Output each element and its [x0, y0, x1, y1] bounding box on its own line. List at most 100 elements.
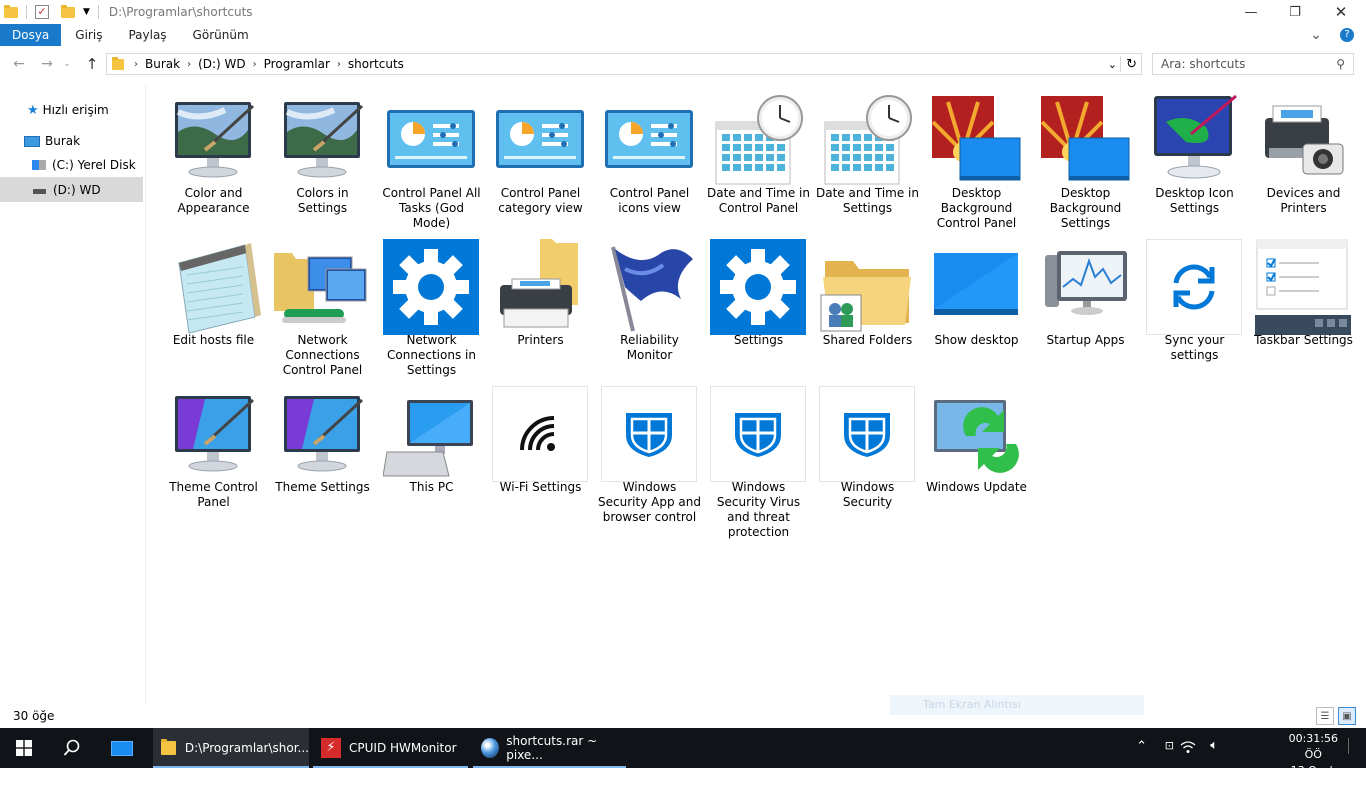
nav-drive-c[interactable]: (C:) Yerel Disk	[0, 153, 143, 177]
shield-icon	[819, 386, 915, 482]
file-item-label: Show desktop	[934, 333, 1019, 347]
file-item[interactable]: Startup Apps	[1031, 235, 1140, 382]
file-item[interactable]: Windows Update	[922, 382, 1031, 529]
volume-icon[interactable]: 🔈︎	[1210, 738, 1218, 753]
back-button[interactable]: ←	[9, 54, 29, 74]
chevron-right-icon[interactable]: ›	[337, 59, 341, 70]
file-item[interactable]: Date and Time in Settings	[813, 88, 922, 235]
large-icons-view-icon: ▣	[1342, 710, 1352, 722]
nav-user[interactable]: Burak	[0, 129, 143, 153]
file-item-label: Wi-Fi Settings	[499, 480, 582, 494]
nav-quick-access[interactable]: ★ Hızlı erişim	[0, 98, 143, 122]
file-item[interactable]: Desktop Background Control Panel	[922, 88, 1031, 235]
file-item[interactable]: Colors in Settings	[268, 88, 377, 235]
details-view-button[interactable]: ☰	[1316, 707, 1334, 725]
tab-share[interactable]: Paylaş	[115, 24, 179, 46]
file-item[interactable]: Edit hosts file	[159, 235, 268, 382]
forward-button[interactable]: →	[37, 54, 57, 74]
file-item[interactable]: Windows Security	[813, 382, 922, 529]
windows-logo-icon	[16, 740, 32, 756]
file-item-label: Theme Control Panel	[169, 480, 258, 509]
address-dropdown-chevron-icon[interactable]: ⌄	[1108, 58, 1117, 71]
file-item-label: Theme Settings	[275, 480, 370, 494]
taskbar-app-explorer[interactable]: D:\Programlar\shor...	[153, 728, 309, 768]
breadcrumb-shortcuts[interactable]: shortcuts	[348, 57, 404, 71]
file-item[interactable]: Control Panel All Tasks (God Mode)	[377, 88, 486, 235]
file-item-label: Network Connections Control Panel	[282, 333, 363, 377]
file-item[interactable]: Network Connections in Settings	[377, 235, 486, 382]
file-item[interactable]: Reliability Monitor	[595, 235, 704, 382]
recent-locations-button[interactable]: ⌄	[61, 54, 73, 74]
printer-folder-icon	[492, 239, 588, 335]
file-item[interactable]: Sync your settings	[1140, 235, 1249, 382]
file-item[interactable]: Windows Security Virus and threat protec…	[704, 382, 813, 539]
performance-monitor-icon	[1037, 239, 1133, 335]
file-item[interactable]: Theme Control Panel	[159, 382, 268, 529]
tab-view[interactable]: Görünüm	[180, 24, 262, 46]
navigation-pane: ★ Hızlı erişim Burak (C:) Yerel Disk (D:…	[0, 88, 145, 703]
file-item-label: Control Panel All Tasks (God Mode)	[382, 186, 481, 230]
file-item[interactable]: Taskbar Settings	[1249, 235, 1358, 382]
file-explorer-window: ✓ ▼ D:\Programlar\shortcuts — ❐ ✕ Dosya …	[0, 0, 1366, 728]
taskbar-app-pixelmator[interactable]: shortcuts.rar ~ pixe...	[473, 728, 626, 768]
large-icons-view-button[interactable]: ▣	[1338, 707, 1356, 725]
minimize-icon: —	[1244, 4, 1258, 20]
new-folder-icon[interactable]	[61, 4, 75, 18]
breadcrumb-burak[interactable]: Burak	[145, 57, 180, 71]
pane-divider[interactable]	[145, 84, 146, 704]
tab-home[interactable]: Giriş	[61, 24, 115, 46]
file-item[interactable]: Control Panel category view	[486, 88, 595, 235]
start-button[interactable]	[0, 728, 48, 768]
network-adapter-icon[interactable]: ⊡	[1165, 739, 1174, 752]
address-bar[interactable]: › Burak › (D:) WD › Programlar › shortcu…	[106, 53, 1142, 75]
desktop-icon	[111, 740, 133, 756]
file-item-label: Startup Apps	[1046, 333, 1125, 347]
chevron-right-icon[interactable]: ›	[253, 59, 257, 70]
file-item[interactable]: Network Connections Control Panel	[268, 235, 377, 382]
clock[interactable]: 00:31:56 ÖÖ 13 Ocak 2026 Salı	[1289, 731, 1338, 811]
chevron-right-icon[interactable]: ›	[134, 59, 138, 70]
file-item[interactable]: Desktop Icon Settings	[1140, 88, 1249, 235]
breadcrumb-drive-d[interactable]: (D:) WD	[198, 57, 246, 71]
breadcrumb-programlar[interactable]: Programlar	[264, 57, 330, 71]
file-item[interactable]: Show desktop	[922, 235, 1031, 382]
hwmonitor-icon: ⚡	[321, 738, 341, 758]
close-button[interactable]: ✕	[1318, 0, 1364, 24]
search-input[interactable]: Ara: shortcuts	[1161, 57, 1245, 71]
customize-qa-chevron-icon[interactable]: ▼	[83, 7, 90, 17]
wifi-icon[interactable]	[1180, 740, 1196, 754]
refresh-icon[interactable]: ↻	[1126, 57, 1137, 72]
file-item[interactable]: Printers	[486, 235, 595, 382]
maximize-button[interactable]: ❐	[1272, 0, 1318, 24]
file-item[interactable]: Wi-Fi Settings	[486, 382, 595, 529]
file-item[interactable]: This PC	[377, 382, 486, 529]
tab-file[interactable]: Dosya	[0, 23, 62, 46]
file-item[interactable]: Settings	[704, 235, 813, 382]
search-box[interactable]: Ara: shortcuts ⚲	[1152, 53, 1354, 75]
taskbar-app-hwmonitor-label: CPUID HWMonitor	[349, 741, 457, 755]
up-button[interactable]: ↑	[82, 54, 102, 74]
taskbar-app-hwmonitor[interactable]: ⚡ CPUID HWMonitor	[313, 728, 468, 768]
help-icon[interactable]: ?	[1340, 28, 1354, 42]
search-icon[interactable]: ⚲	[1336, 57, 1345, 71]
notifications-icon[interactable]	[1348, 738, 1360, 754]
file-item[interactable]: Theme Settings	[268, 382, 377, 529]
file-item-label: Taskbar Settings	[1254, 333, 1353, 347]
file-item[interactable]: Desktop Background Settings	[1031, 88, 1140, 235]
minimize-button[interactable]: —	[1228, 0, 1274, 24]
desktop-switcher-button[interactable]	[98, 728, 146, 768]
file-item[interactable]: Control Panel icons view	[595, 88, 704, 235]
file-item[interactable]: Shared Folders	[813, 235, 922, 382]
taskbar: D:\Programlar\shor... ⚡ CPUID HWMonitor …	[0, 728, 1366, 809]
file-item[interactable]: Date and Time in Control Panel	[704, 88, 813, 235]
file-item[interactable]: Devices and Printers	[1249, 88, 1358, 235]
nav-drive-d[interactable]: (D:) WD	[0, 177, 143, 202]
chevron-up-icon[interactable]: ⌃	[1136, 739, 1147, 754]
file-item[interactable]: Windows Security App and browser control	[595, 382, 704, 529]
search-button[interactable]	[48, 728, 96, 768]
expand-ribbon-chevron-icon[interactable]: ⌄	[1310, 27, 1322, 43]
file-item-label: Colors in Settings	[296, 186, 349, 215]
file-item[interactable]: Color and Appearance	[159, 88, 268, 235]
chevron-right-icon[interactable]: ›	[187, 59, 191, 70]
properties-icon[interactable]: ✓	[35, 5, 49, 19]
